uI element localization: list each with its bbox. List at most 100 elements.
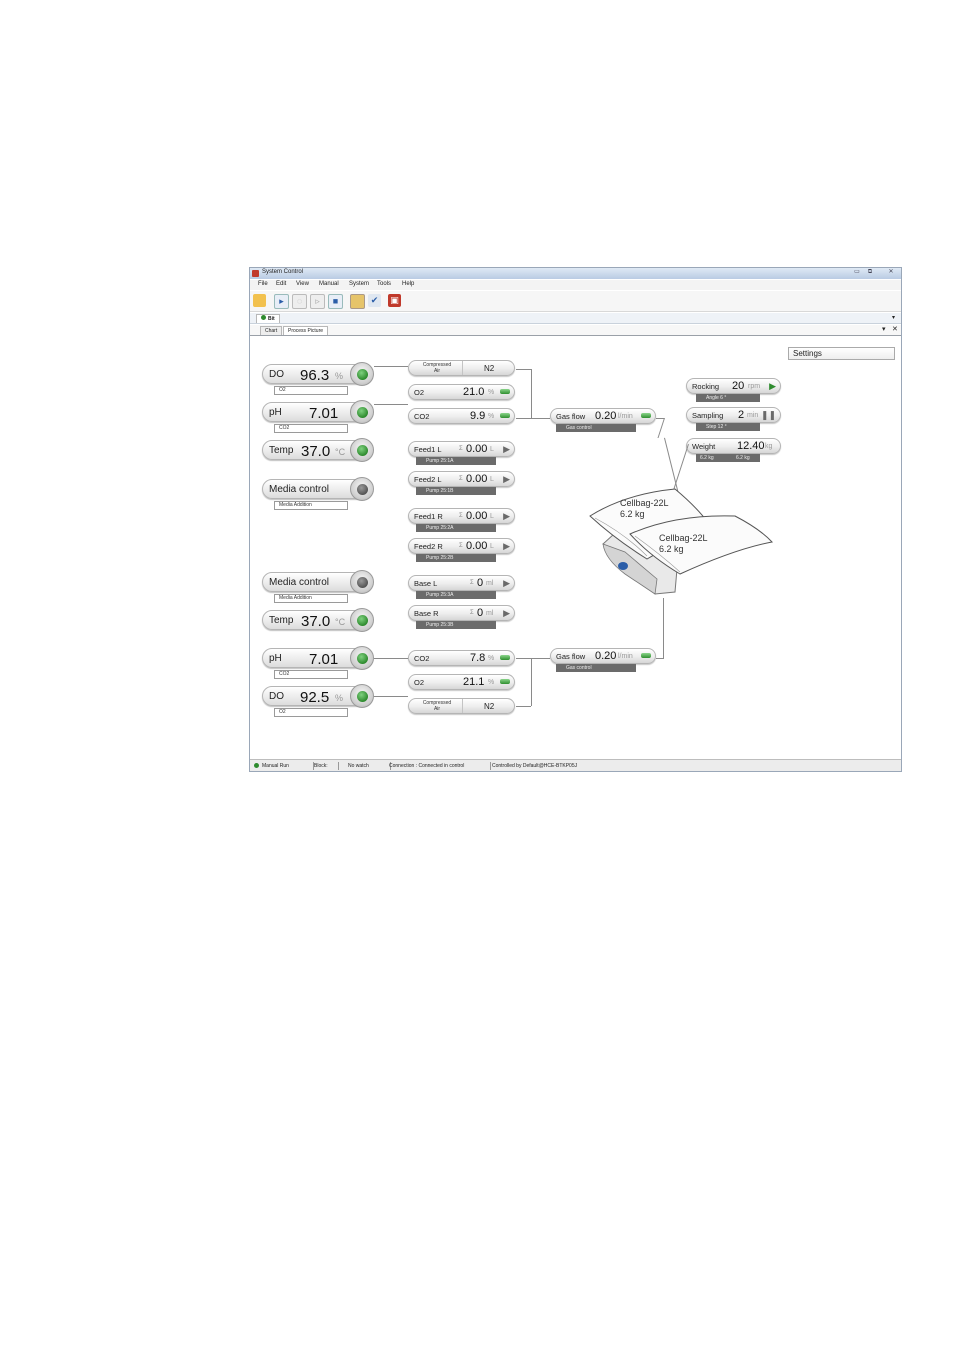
media-top-label: Media control — [269, 484, 330, 495]
check-edit-icon[interactable]: ✔ — [368, 294, 381, 307]
pump-feed2-r-control[interactable]: Feed2 R Σ 0.00 L ▶ — [408, 538, 515, 554]
connector-line — [374, 658, 408, 659]
rocking-control[interactable]: Rocking 20 rpm ▶ — [686, 378, 781, 394]
play-icon[interactable]: ▶ — [503, 474, 510, 485]
temp-bottom-control[interactable]: Temp 37.0 °C — [262, 608, 374, 632]
play-icon[interactable]: ▶ — [503, 578, 510, 589]
status-indicator-icon — [357, 691, 368, 702]
tab-menu-icon[interactable]: ▾ — [882, 325, 886, 333]
menu-view[interactable]: View — [296, 281, 309, 287]
toolbar: ▸ ◌ ▹ ■ ✔ ▣ — [250, 291, 901, 312]
cellbag-right-weight: 6.2 kg — [659, 544, 684, 554]
sampling-control[interactable]: Sampling 2 min ❚❚ — [686, 407, 781, 423]
media-top-control[interactable]: Media control — [262, 477, 374, 501]
temp-bottom-unit: °C — [335, 617, 346, 627]
menu-help[interactable]: Help — [402, 281, 414, 287]
pause-icon[interactable]: ❚❚ — [761, 410, 776, 421]
co2-bottom-control[interactable]: CO2 7.8 % — [408, 650, 515, 666]
ph-bottom-knob[interactable] — [350, 646, 374, 670]
temp-bottom-knob[interactable] — [350, 608, 374, 632]
restore-button[interactable]: ⧉ — [865, 269, 875, 276]
play-icon[interactable]: ▶ — [503, 608, 510, 619]
co2-bottom-value: 7.8 — [470, 652, 486, 664]
co2-top-control[interactable]: CO2 9.9 % — [408, 408, 515, 424]
step-icon[interactable]: ▹ — [310, 294, 325, 309]
ph-bottom-control[interactable]: pH 7.01 — [262, 646, 374, 670]
sigma-icon: Σ — [459, 543, 463, 549]
system-status-icon — [261, 315, 266, 320]
pump-unit: L — [490, 446, 494, 453]
tab-chart[interactable]: Chart — [260, 326, 283, 335]
menu-tools[interactable]: Tools — [377, 281, 391, 287]
do-top-unit: % — [335, 371, 344, 381]
stop-icon[interactable]: ■ — [328, 294, 343, 309]
n2-bottom-label: N2 — [484, 702, 495, 711]
notebook-icon[interactable] — [350, 294, 365, 309]
do-bottom-control[interactable]: DO 92.5 % — [262, 684, 374, 708]
pump-feed1-l-control[interactable]: Feed1 L Σ 0.00 L ▶ — [408, 441, 515, 457]
pump-label: Feed2 L — [414, 475, 442, 484]
air-n2-top-selector[interactable]: Compressed Air N2 — [408, 360, 515, 376]
o2-bottom-control[interactable]: O2 21.1 % — [408, 674, 515, 690]
status-indicator-icon — [357, 653, 368, 664]
media-top-knob[interactable] — [350, 477, 374, 501]
air-n2-top-line2: Air — [433, 368, 441, 374]
media-bottom-control[interactable]: Media control — [262, 570, 374, 594]
weight-right-value: 6.2 kg — [736, 455, 750, 461]
rocker-display-icon — [618, 562, 628, 570]
pump-feed2-l-control[interactable]: Feed2 L Σ 0.00 L ▶ — [408, 471, 515, 487]
weight-control[interactable]: Weight 12.40 kg — [686, 438, 781, 454]
minimize-button[interactable]: ▭ — [852, 269, 862, 276]
gas-flow-bottom-control[interactable]: Gas flow 0.20 l/min — [550, 648, 656, 664]
o2-bottom-label: O2 — [414, 678, 425, 687]
play-icon[interactable]: ▶ — [769, 381, 776, 392]
gas-control-bottom-bar: Gas control — [556, 664, 636, 672]
gas-flow-bottom-label: Gas flow — [556, 652, 586, 661]
gas-flow-top-control[interactable]: Gas flow 0.20 l/min — [550, 408, 656, 424]
o2-bottom-unit: % — [488, 679, 495, 686]
ph-top-label: pH — [269, 407, 282, 418]
ph-bottom-value: 7.01 — [309, 651, 339, 668]
tab-system[interactable]: Bit — [256, 314, 280, 323]
ph-top-control[interactable]: pH 7.01 — [262, 400, 374, 424]
play-icon[interactable]: ▶ — [503, 511, 510, 522]
menu-system[interactable]: System — [349, 281, 369, 287]
watch-status: No watch — [348, 762, 391, 770]
pump-feed1-r-control[interactable]: Feed1 R Σ 0.00 L ▶ — [408, 508, 515, 524]
o2-top-unit: % — [488, 389, 495, 396]
o2-top-control[interactable]: O2 21.0 % — [408, 384, 515, 400]
ph-top-knob[interactable] — [350, 400, 374, 424]
menu-file[interactable]: File — [258, 281, 268, 287]
ph-top-sub: CO2 — [274, 424, 348, 433]
pump-base-r-control[interactable]: Base R Σ 0 ml ▶ — [408, 605, 515, 621]
connector-line — [531, 658, 532, 706]
co2-bottom-label: CO2 — [414, 654, 430, 663]
temp-top-control[interactable]: Temp 37.0 °C — [262, 438, 374, 462]
weight-value: 12.40 — [737, 440, 765, 452]
close-button[interactable]: ✕ — [886, 269, 896, 276]
play-icon[interactable]: ▸ — [274, 294, 289, 309]
media-bottom-knob[interactable] — [350, 570, 374, 594]
open-folder-icon[interactable] — [253, 294, 266, 307]
play-icon[interactable]: ▶ — [503, 444, 510, 455]
settings-button[interactable]: Settings — [788, 347, 895, 360]
pump-base-l-control[interactable]: Base L Σ 0 ml ▶ — [408, 575, 515, 591]
pump-feed1-r-bar: Pump 25:2A — [416, 524, 496, 532]
temp-top-knob[interactable] — [350, 438, 374, 462]
status-indicator-icon — [357, 369, 368, 380]
menu-edit[interactable]: Edit — [276, 281, 286, 287]
status-bar: Manual Run Block: No watch Connection : … — [250, 759, 901, 771]
pause-icon[interactable]: ◌ — [292, 294, 307, 309]
close-icon[interactable]: ✕ — [892, 325, 898, 333]
system-icon[interactable]: ▣ — [388, 294, 401, 307]
do-top-control[interactable]: DO 96.3 % — [262, 362, 374, 386]
tab-process-picture[interactable]: Process Picture — [283, 326, 329, 335]
app-icon — [252, 270, 259, 277]
menu-manual[interactable]: Manual — [319, 281, 339, 287]
system-tab-strip: Bit ▾ — [250, 313, 901, 324]
do-bottom-knob[interactable] — [350, 684, 374, 708]
air-n2-bottom-selector[interactable]: Compressed Air N2 — [408, 698, 515, 714]
chevron-down-icon[interactable]: ▾ — [892, 314, 895, 321]
do-top-knob[interactable] — [350, 362, 374, 386]
play-icon[interactable]: ▶ — [503, 541, 510, 552]
